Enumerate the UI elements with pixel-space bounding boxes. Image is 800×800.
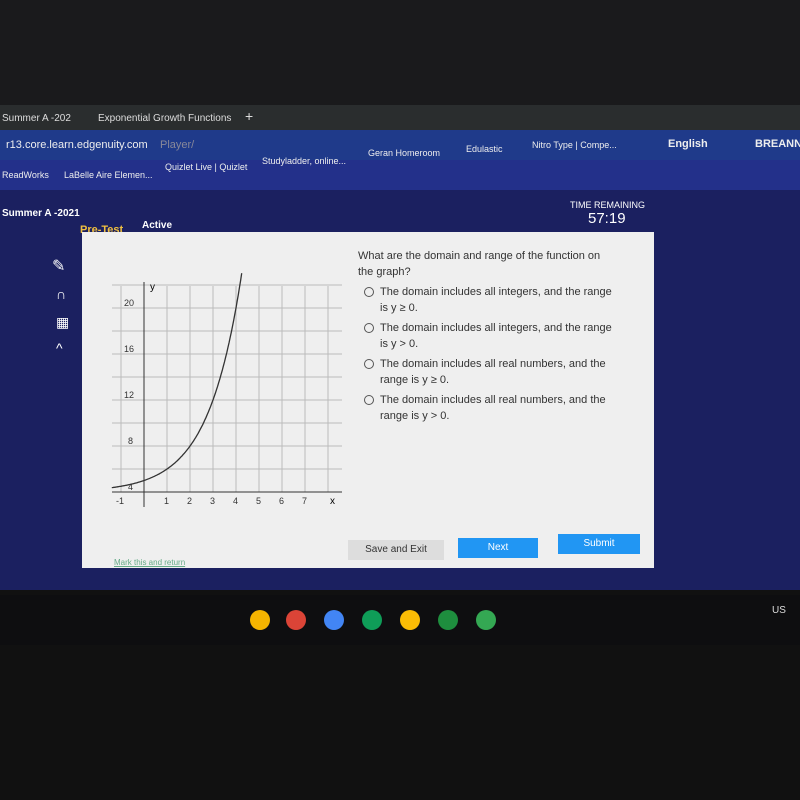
x-tick: 2 [187, 496, 192, 506]
chrome-icon[interactable] [286, 610, 306, 630]
collapse-up-icon[interactable]: ^ [56, 340, 63, 356]
course-title: Summer A -2021 [2, 208, 80, 219]
answer-option[interactable]: The domain includes all real numbers, an… [358, 392, 618, 424]
question-text: What are the domain and range of the fun… [358, 250, 601, 278]
files-icon[interactable] [250, 610, 270, 630]
sheets-icon[interactable] [362, 610, 382, 630]
y-tick: 4 [128, 482, 133, 492]
new-tab-button[interactable]: + [245, 108, 253, 124]
tab-active[interactable]: Active [142, 220, 172, 231]
headphones-icon[interactable]: ∩ [56, 286, 66, 302]
url: r13.core.learn.edgenuity.com [6, 139, 148, 151]
classroom-icon[interactable] [438, 610, 458, 630]
function-graph: y x 20161284 -1 1 2 3 4 5 6 7 [111, 273, 342, 507]
y-tick: 16 [124, 344, 134, 354]
y-tick: 8 [128, 436, 133, 446]
answer-option[interactable]: The domain includes all integers, and th… [358, 284, 618, 316]
x-tick: 4 [233, 496, 238, 506]
user-name[interactable]: BREANN [755, 138, 800, 150]
x-tick: 3 [210, 496, 215, 506]
drive-icon[interactable] [400, 610, 420, 630]
next-button[interactable]: Next [458, 538, 538, 558]
x-tick: 7 [302, 496, 307, 506]
screen-bezel [0, 0, 800, 110]
mark-and-return-link[interactable]: Mark this and return [114, 558, 185, 567]
bookmark[interactable]: ReadWorks [2, 170, 49, 180]
radio-button[interactable] [364, 323, 374, 333]
option-text: The domain includes all real numbers, an… [380, 394, 606, 422]
time-remaining: 57:19 [588, 210, 626, 227]
answer-option[interactable]: The domain includes all integers, and th… [358, 320, 618, 352]
tab-strip: Summer A -202 Exponential Growth Functio… [0, 105, 800, 133]
tab-summer[interactable]: Summer A -202 [2, 113, 71, 124]
y-axis-label: y [150, 282, 155, 293]
bookmark[interactable]: Nitro Type | Compe... [532, 140, 617, 150]
bookmark[interactable]: Geran Homeroom [368, 148, 440, 158]
pencil-icon[interactable]: ✎ [52, 256, 65, 276]
x-tick: 6 [279, 496, 284, 506]
question-panel: What are the domain and range of the fun… [358, 248, 618, 424]
radio-button[interactable] [364, 395, 374, 405]
radio-button[interactable] [364, 287, 374, 297]
time-label: TIME REMAINING [570, 200, 646, 210]
x-tick: -1 [116, 496, 124, 506]
input-language[interactable]: US [772, 605, 786, 616]
bookmarks-bar: ReadWorks LaBelle Aire Elemen... Quizlet… [0, 140, 800, 190]
answer-option[interactable]: The domain includes all real numbers, an… [358, 356, 618, 388]
save-and-exit-button[interactable]: Save and Exit [348, 540, 444, 560]
tab-exponential[interactable]: Exponential Growth Functions [98, 113, 231, 124]
language-select[interactable]: English [668, 138, 708, 150]
submit-button[interactable]: Submit [558, 534, 640, 554]
bookmark[interactable]: Edulastic [466, 144, 503, 154]
option-text: The domain includes all integers, and th… [380, 322, 612, 350]
y-tick: 20 [124, 298, 134, 308]
x-tick: 5 [256, 496, 261, 506]
calculator-icon[interactable]: ▦ [56, 314, 69, 331]
play-store-icon[interactable] [476, 610, 496, 630]
radio-button[interactable] [364, 359, 374, 369]
x-axis-label: x [330, 496, 335, 507]
x-tick: 1 [164, 496, 169, 506]
option-text: The domain includes all real numbers, an… [380, 358, 606, 386]
bookmark[interactable]: Quizlet Live | Quizlet [165, 162, 247, 172]
option-text: The domain includes all integers, and th… [380, 286, 612, 314]
docs-icon[interactable] [324, 610, 344, 630]
bookmark[interactable]: LaBelle Aire Elemen... [64, 170, 153, 180]
url-path: Player/ [160, 139, 195, 151]
bookmark[interactable]: Studyladder, online... [262, 156, 346, 166]
y-tick: 12 [124, 390, 134, 400]
